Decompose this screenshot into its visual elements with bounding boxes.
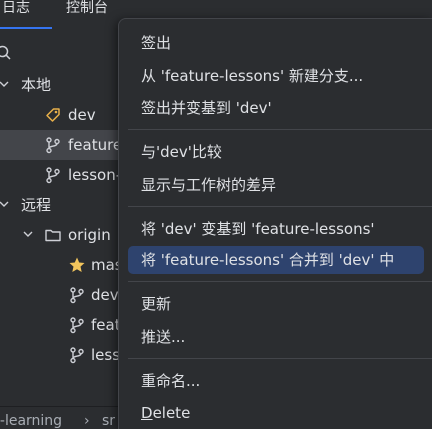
tree-label: origin [68,226,111,244]
tab-log[interactable]: 日志 [2,0,30,28]
tree-label: dev [91,286,119,304]
menu-item-compare[interactable]: 与'dev'比较 [128,138,424,166]
star-icon [69,257,85,272]
branch-icon [46,167,60,184]
tree-label: dev [68,106,96,124]
tab-console[interactable]: 控制台 [66,0,108,28]
menu-item-label: 将 'dev' 变基到 'feature-lessons' [141,220,375,238]
folder-icon [45,229,61,242]
active-tab-indicator [0,27,52,29]
menu-separator [128,281,432,282]
tree-label: feat [91,316,121,334]
chevron-down-icon[interactable] [0,78,10,90]
breadcrumb-separator: › [84,413,90,429]
tree-label: feature [68,136,123,154]
menu-item-delete[interactable]: Delete [128,399,424,427]
menu-item-label: 从 'feature-lessons' 新建分支... [141,67,364,85]
mnemonic-letter: D [141,404,153,422]
branch-icon [46,137,60,154]
menu-item-rename[interactable]: 重命名... [128,367,424,395]
branch-context-menu: 签出 从 'feature-lessons' 新建分支... 签出并变基到 'd… [118,18,432,429]
branch-icon [70,317,84,334]
menu-item-label: 与'dev'比较 [141,143,222,161]
tree-label: less [91,346,121,364]
breadcrumb-src[interactable]: sr [102,413,115,429]
menu-item-rebase[interactable]: 将 'dev' 变基到 'feature-lessons' [128,215,424,243]
menu-item-merge[interactable]: 将 'feature-lessons' 合并到 'dev' 中 [128,246,424,274]
tag-icon [46,108,60,122]
menu-item-label: 重命名... [141,372,201,390]
menu-separator [128,129,432,130]
menu-item-checkout-rebase[interactable]: 签出并变基到 'dev' [128,94,424,122]
menu-item-label: 更新 [141,295,172,313]
chevron-down-icon[interactable] [0,198,10,210]
chevron-down-icon[interactable] [22,228,34,240]
menu-item-checkout[interactable]: 签出 [128,29,424,57]
tree-label-remote: 远程 [21,196,52,214]
menu-separator [128,358,432,359]
menu-item-label: Delete [141,403,190,423]
tree-label: lesson- [68,166,122,184]
branch-icon [70,287,84,304]
menu-item-diff-worktree[interactable]: 显示与工作树的差异 [128,171,424,199]
menu-item-new-branch[interactable]: 从 'feature-lessons' 新建分支... [128,62,424,90]
menu-item-push[interactable]: 推送... [128,323,424,351]
menu-separator [128,206,432,207]
menu-item-update[interactable]: 更新 [128,290,424,318]
search-icon [0,45,11,60]
menu-item-label: 显示与工作树的差异 [141,176,277,194]
menu-item-label: 将 'feature-lessons' 合并到 'dev' 中 [141,251,395,269]
menu-item-label: 签出并变基到 'dev' [141,99,272,117]
menu-item-label: 推送... [141,328,186,346]
tree-label-local: 本地 [21,76,52,94]
breadcrumb-project[interactable]: i-learning [0,413,62,429]
menu-item-label-rest: elete [152,404,191,422]
menu-item-label: 签出 [141,34,172,52]
branch-icon [70,347,84,364]
